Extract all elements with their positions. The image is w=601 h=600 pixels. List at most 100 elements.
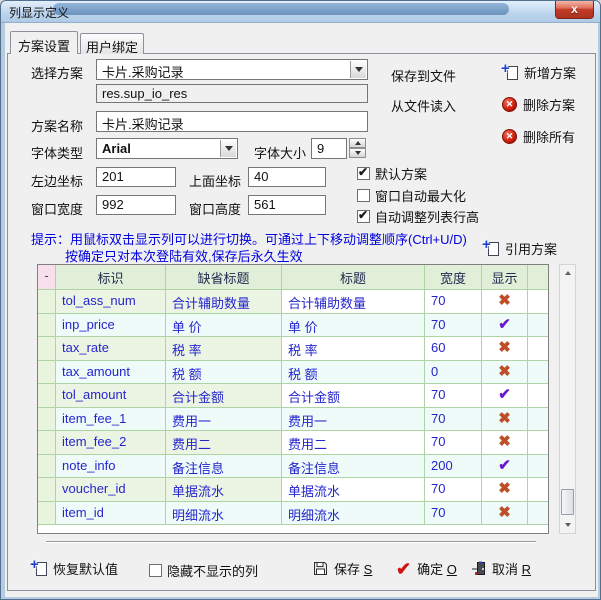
cell-identifier[interactable]: tol_amount bbox=[56, 384, 166, 408]
cell-identifier[interactable]: note_info bbox=[56, 455, 166, 479]
default-scheme-checkbox[interactable]: 默认方案 bbox=[357, 164, 427, 183]
cell-width[interactable]: 200 bbox=[425, 455, 482, 479]
cell-default-title[interactable]: 税 额 bbox=[166, 361, 282, 385]
cell-title[interactable]: 合计金额 bbox=[282, 384, 425, 408]
header-visible[interactable]: 显示 bbox=[482, 265, 528, 290]
tab-user-binding[interactable]: 用户绑定 bbox=[80, 33, 144, 54]
cell-default-title[interactable]: 合计金额 bbox=[166, 384, 282, 408]
cell-visible-toggle[interactable]: ✔ bbox=[482, 314, 528, 338]
new-scheme-button[interactable]: + 新增方案 bbox=[502, 63, 576, 82]
cell-visible-toggle[interactable]: ✔ bbox=[482, 455, 528, 479]
font-size-stepper[interactable] bbox=[349, 138, 366, 159]
top-coord-input[interactable]: 40 bbox=[248, 167, 326, 187]
checkbox-box[interactable] bbox=[357, 210, 370, 223]
cell-identifier[interactable]: item_fee_2 bbox=[56, 431, 166, 455]
cell-identifier[interactable]: inp_price bbox=[56, 314, 166, 338]
save-button[interactable]: 保存 S bbox=[313, 559, 372, 578]
cell-identifier[interactable]: tol_ass_num bbox=[56, 290, 166, 314]
table-row[interactable]: tax_amount 税 额 税 额 0 ✖ bbox=[38, 361, 548, 385]
cell-identifier[interactable]: item_id bbox=[56, 502, 166, 526]
cell-default-title[interactable]: 备注信息 bbox=[166, 455, 282, 479]
cell-default-title[interactable]: 单据流水 bbox=[166, 478, 282, 502]
auto-maximize-checkbox[interactable]: 窗口自动最大化 bbox=[357, 186, 466, 205]
cell-identifier[interactable]: voucher_id bbox=[56, 478, 166, 502]
cell-identifier[interactable]: tax_amount bbox=[56, 361, 166, 385]
cell-width[interactable]: 70 bbox=[425, 502, 482, 526]
checkbox-box[interactable] bbox=[357, 167, 370, 180]
scroll-up-icon[interactable] bbox=[560, 265, 575, 281]
cell-default-title[interactable]: 单 价 bbox=[166, 314, 282, 338]
scheme-name-input[interactable]: 卡片.采购记录 bbox=[96, 111, 368, 132]
header-identifier[interactable]: 标识 bbox=[56, 265, 166, 290]
font-size-input[interactable]: 9 bbox=[311, 138, 347, 159]
table-row[interactable]: tol_ass_num 合计辅助数量 合计辅助数量 70 ✖ bbox=[38, 290, 548, 314]
scroll-down-icon[interactable] bbox=[560, 517, 575, 533]
table-row[interactable]: note_info 备注信息 备注信息 200 ✔ bbox=[38, 455, 548, 479]
scroll-thumb[interactable] bbox=[561, 489, 574, 515]
font-type-combobox[interactable]: Arial bbox=[96, 138, 238, 159]
cell-width[interactable]: 70 bbox=[425, 408, 482, 432]
cell-title[interactable]: 税 率 bbox=[282, 337, 425, 361]
ok-button[interactable]: ✔ 确定 O bbox=[396, 559, 457, 578]
cell-default-title[interactable]: 税 率 bbox=[166, 337, 282, 361]
cell-width[interactable]: 60 bbox=[425, 337, 482, 361]
cell-visible-toggle[interactable]: ✖ bbox=[482, 290, 528, 314]
reference-scheme-button[interactable]: + 引用方案 bbox=[483, 239, 557, 258]
chevron-down-icon[interactable] bbox=[350, 61, 366, 78]
select-scheme-combobox[interactable]: 卡片.采购记录 bbox=[96, 59, 368, 80]
table-row[interactable]: item_fee_2 费用二 费用二 70 ✖ bbox=[38, 431, 548, 455]
title-bar[interactable]: 列显示定义 bbox=[1, 1, 601, 23]
spinner-up-icon[interactable] bbox=[349, 138, 366, 148]
cell-width[interactable]: 70 bbox=[425, 431, 482, 455]
cell-width[interactable]: 70 bbox=[425, 384, 482, 408]
header-title[interactable]: 标题 bbox=[282, 265, 425, 290]
cell-identifier[interactable]: tax_rate bbox=[56, 337, 166, 361]
save-to-file-button[interactable]: 保存到文件 bbox=[391, 66, 456, 85]
cell-visible-toggle[interactable]: ✖ bbox=[482, 502, 528, 526]
cell-width[interactable]: 0 bbox=[425, 361, 482, 385]
cell-visible-toggle[interactable]: ✖ bbox=[482, 431, 528, 455]
cell-title[interactable]: 单据流水 bbox=[282, 478, 425, 502]
delete-all-button[interactable]: ✕ 删除所有 bbox=[502, 127, 575, 146]
cell-visible-toggle[interactable]: ✖ bbox=[482, 408, 528, 432]
cell-title[interactable]: 单 价 bbox=[282, 314, 425, 338]
cell-title[interactable]: 税 额 bbox=[282, 361, 425, 385]
cell-visible-toggle[interactable]: ✔ bbox=[482, 384, 528, 408]
chevron-down-icon[interactable] bbox=[220, 140, 236, 157]
cell-visible-toggle[interactable]: ✖ bbox=[482, 478, 528, 502]
close-button[interactable]: x bbox=[555, 1, 594, 19]
auto-row-height-checkbox[interactable]: 自动调整列表行高 bbox=[357, 207, 479, 226]
cell-title[interactable]: 费用一 bbox=[282, 408, 425, 432]
header-width[interactable]: 宽度 bbox=[425, 265, 482, 290]
cancel-button[interactable]: 取消 R bbox=[471, 559, 531, 578]
read-from-file-button[interactable]: 从文件读入 bbox=[391, 96, 456, 115]
cell-width[interactable]: 70 bbox=[425, 314, 482, 338]
table-row[interactable]: tol_amount 合计金额 合计金额 70 ✔ bbox=[38, 384, 548, 408]
cell-title[interactable]: 备注信息 bbox=[282, 455, 425, 479]
cell-default-title[interactable]: 费用二 bbox=[166, 431, 282, 455]
cell-visible-toggle[interactable]: ✖ bbox=[482, 337, 528, 361]
tab-scheme-settings[interactable]: 方案设置 bbox=[10, 31, 78, 54]
cell-width[interactable]: 70 bbox=[425, 290, 482, 314]
cell-width[interactable]: 70 bbox=[425, 478, 482, 502]
checkbox-box[interactable] bbox=[357, 189, 370, 202]
cell-identifier[interactable]: item_fee_1 bbox=[56, 408, 166, 432]
cell-title[interactable]: 费用二 bbox=[282, 431, 425, 455]
cell-title[interactable]: 合计辅助数量 bbox=[282, 290, 425, 314]
cell-default-title[interactable]: 费用一 bbox=[166, 408, 282, 432]
table-row[interactable]: tax_rate 税 率 税 率 60 ✖ bbox=[38, 337, 548, 361]
cell-default-title[interactable]: 明细流水 bbox=[166, 502, 282, 526]
table-row[interactable]: inp_price 单 价 单 价 70 ✔ bbox=[38, 314, 548, 338]
restore-defaults-button[interactable]: + 恢复默认值 bbox=[31, 559, 118, 578]
window-width-input[interactable]: 992 bbox=[96, 195, 176, 215]
cell-title[interactable]: 明细流水 bbox=[282, 502, 425, 526]
window-height-input[interactable]: 561 bbox=[248, 195, 326, 215]
spinner-down-icon[interactable] bbox=[349, 148, 366, 158]
table-row[interactable]: item_id 明细流水 明细流水 70 ✖ bbox=[38, 502, 548, 526]
hide-hidden-columns-checkbox[interactable]: 隐藏不显示的列 bbox=[149, 561, 258, 580]
left-coord-input[interactable]: 201 bbox=[96, 167, 176, 187]
table-scrollbar[interactable] bbox=[559, 264, 576, 534]
delete-scheme-button[interactable]: ✕ 删除方案 bbox=[502, 95, 575, 114]
checkbox-box[interactable] bbox=[149, 564, 162, 577]
table-row[interactable]: item_fee_1 费用一 费用一 70 ✖ bbox=[38, 408, 548, 432]
